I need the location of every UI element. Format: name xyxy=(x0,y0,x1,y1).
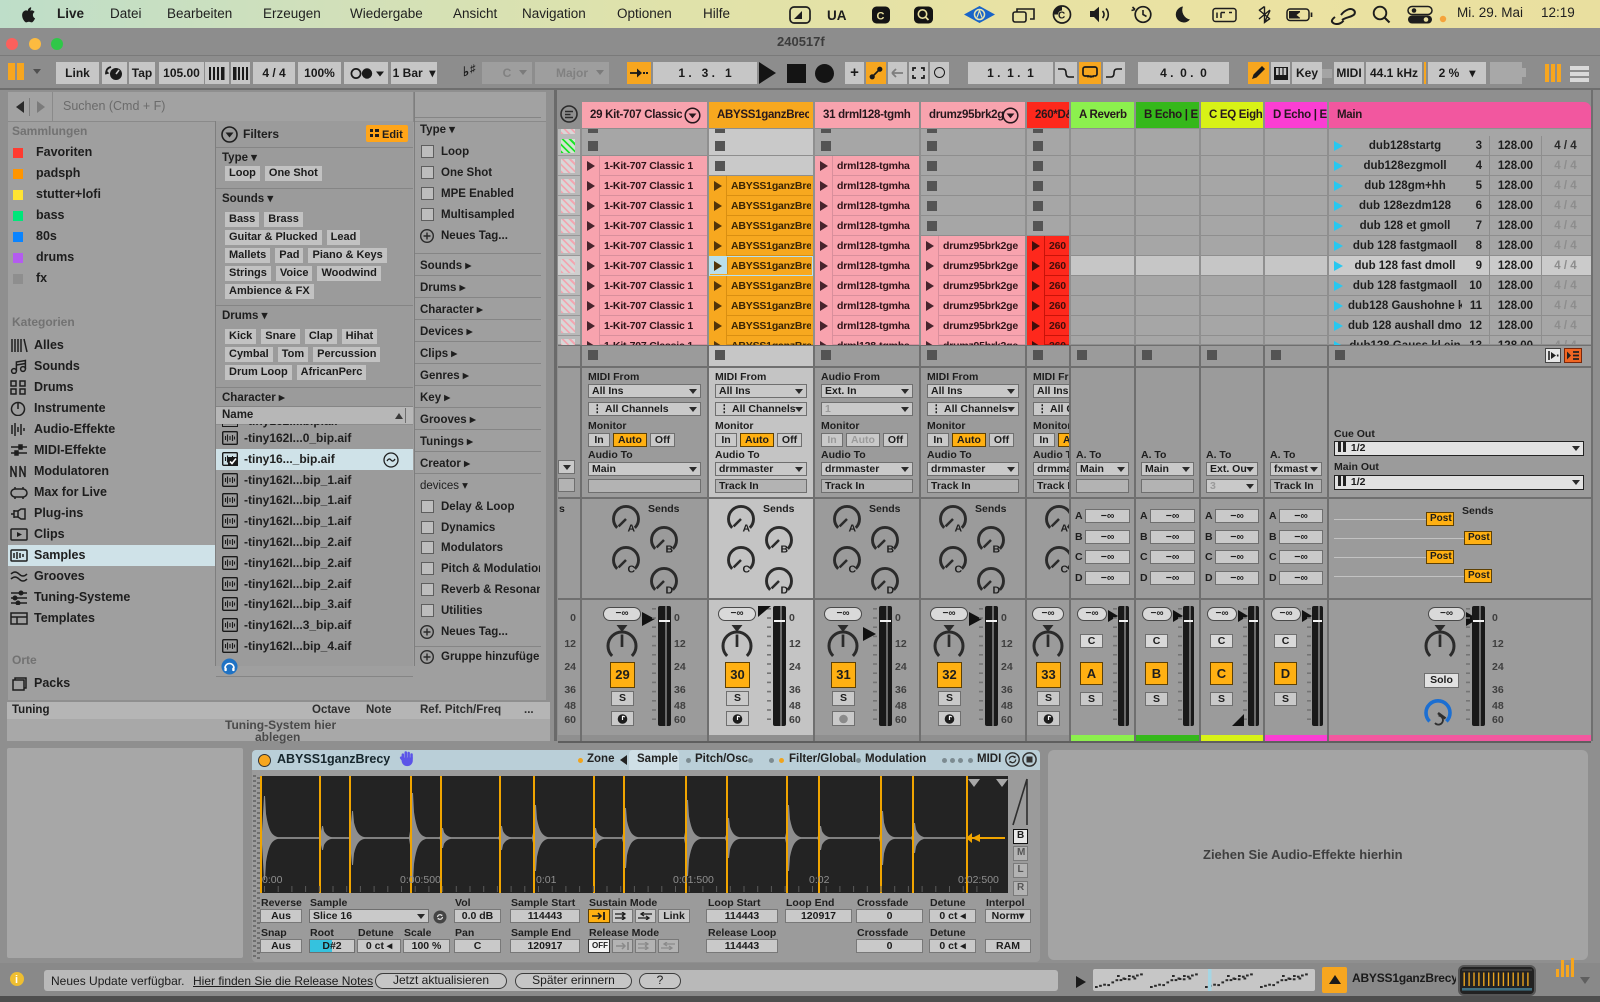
svg-text:A: A xyxy=(743,523,751,535)
svg-text:C: C xyxy=(877,11,885,23)
svg-text:C: C xyxy=(1061,564,1069,576)
svg-text:D: D xyxy=(887,585,895,597)
svg-text:D: D xyxy=(666,585,674,597)
svg-text:B: B xyxy=(666,544,674,556)
svg-text:D: D xyxy=(781,585,789,597)
svg-text:C: C xyxy=(743,564,751,576)
svg-text:B: B xyxy=(781,544,789,556)
svg-text:A: A xyxy=(849,523,857,535)
svg-text:B: B xyxy=(993,544,1001,556)
svg-text:A: A xyxy=(955,523,963,535)
svg-text:C: C xyxy=(1058,11,1065,22)
svg-text:A: A xyxy=(1061,523,1069,535)
svg-text:UA: UA xyxy=(827,8,847,23)
svg-text:C: C xyxy=(849,564,857,576)
svg-text:A: A xyxy=(628,523,636,535)
svg-text:D: D xyxy=(993,585,1001,597)
svg-text:C: C xyxy=(955,564,963,576)
svg-text:B: B xyxy=(887,544,895,556)
svg-text:C: C xyxy=(628,564,636,576)
